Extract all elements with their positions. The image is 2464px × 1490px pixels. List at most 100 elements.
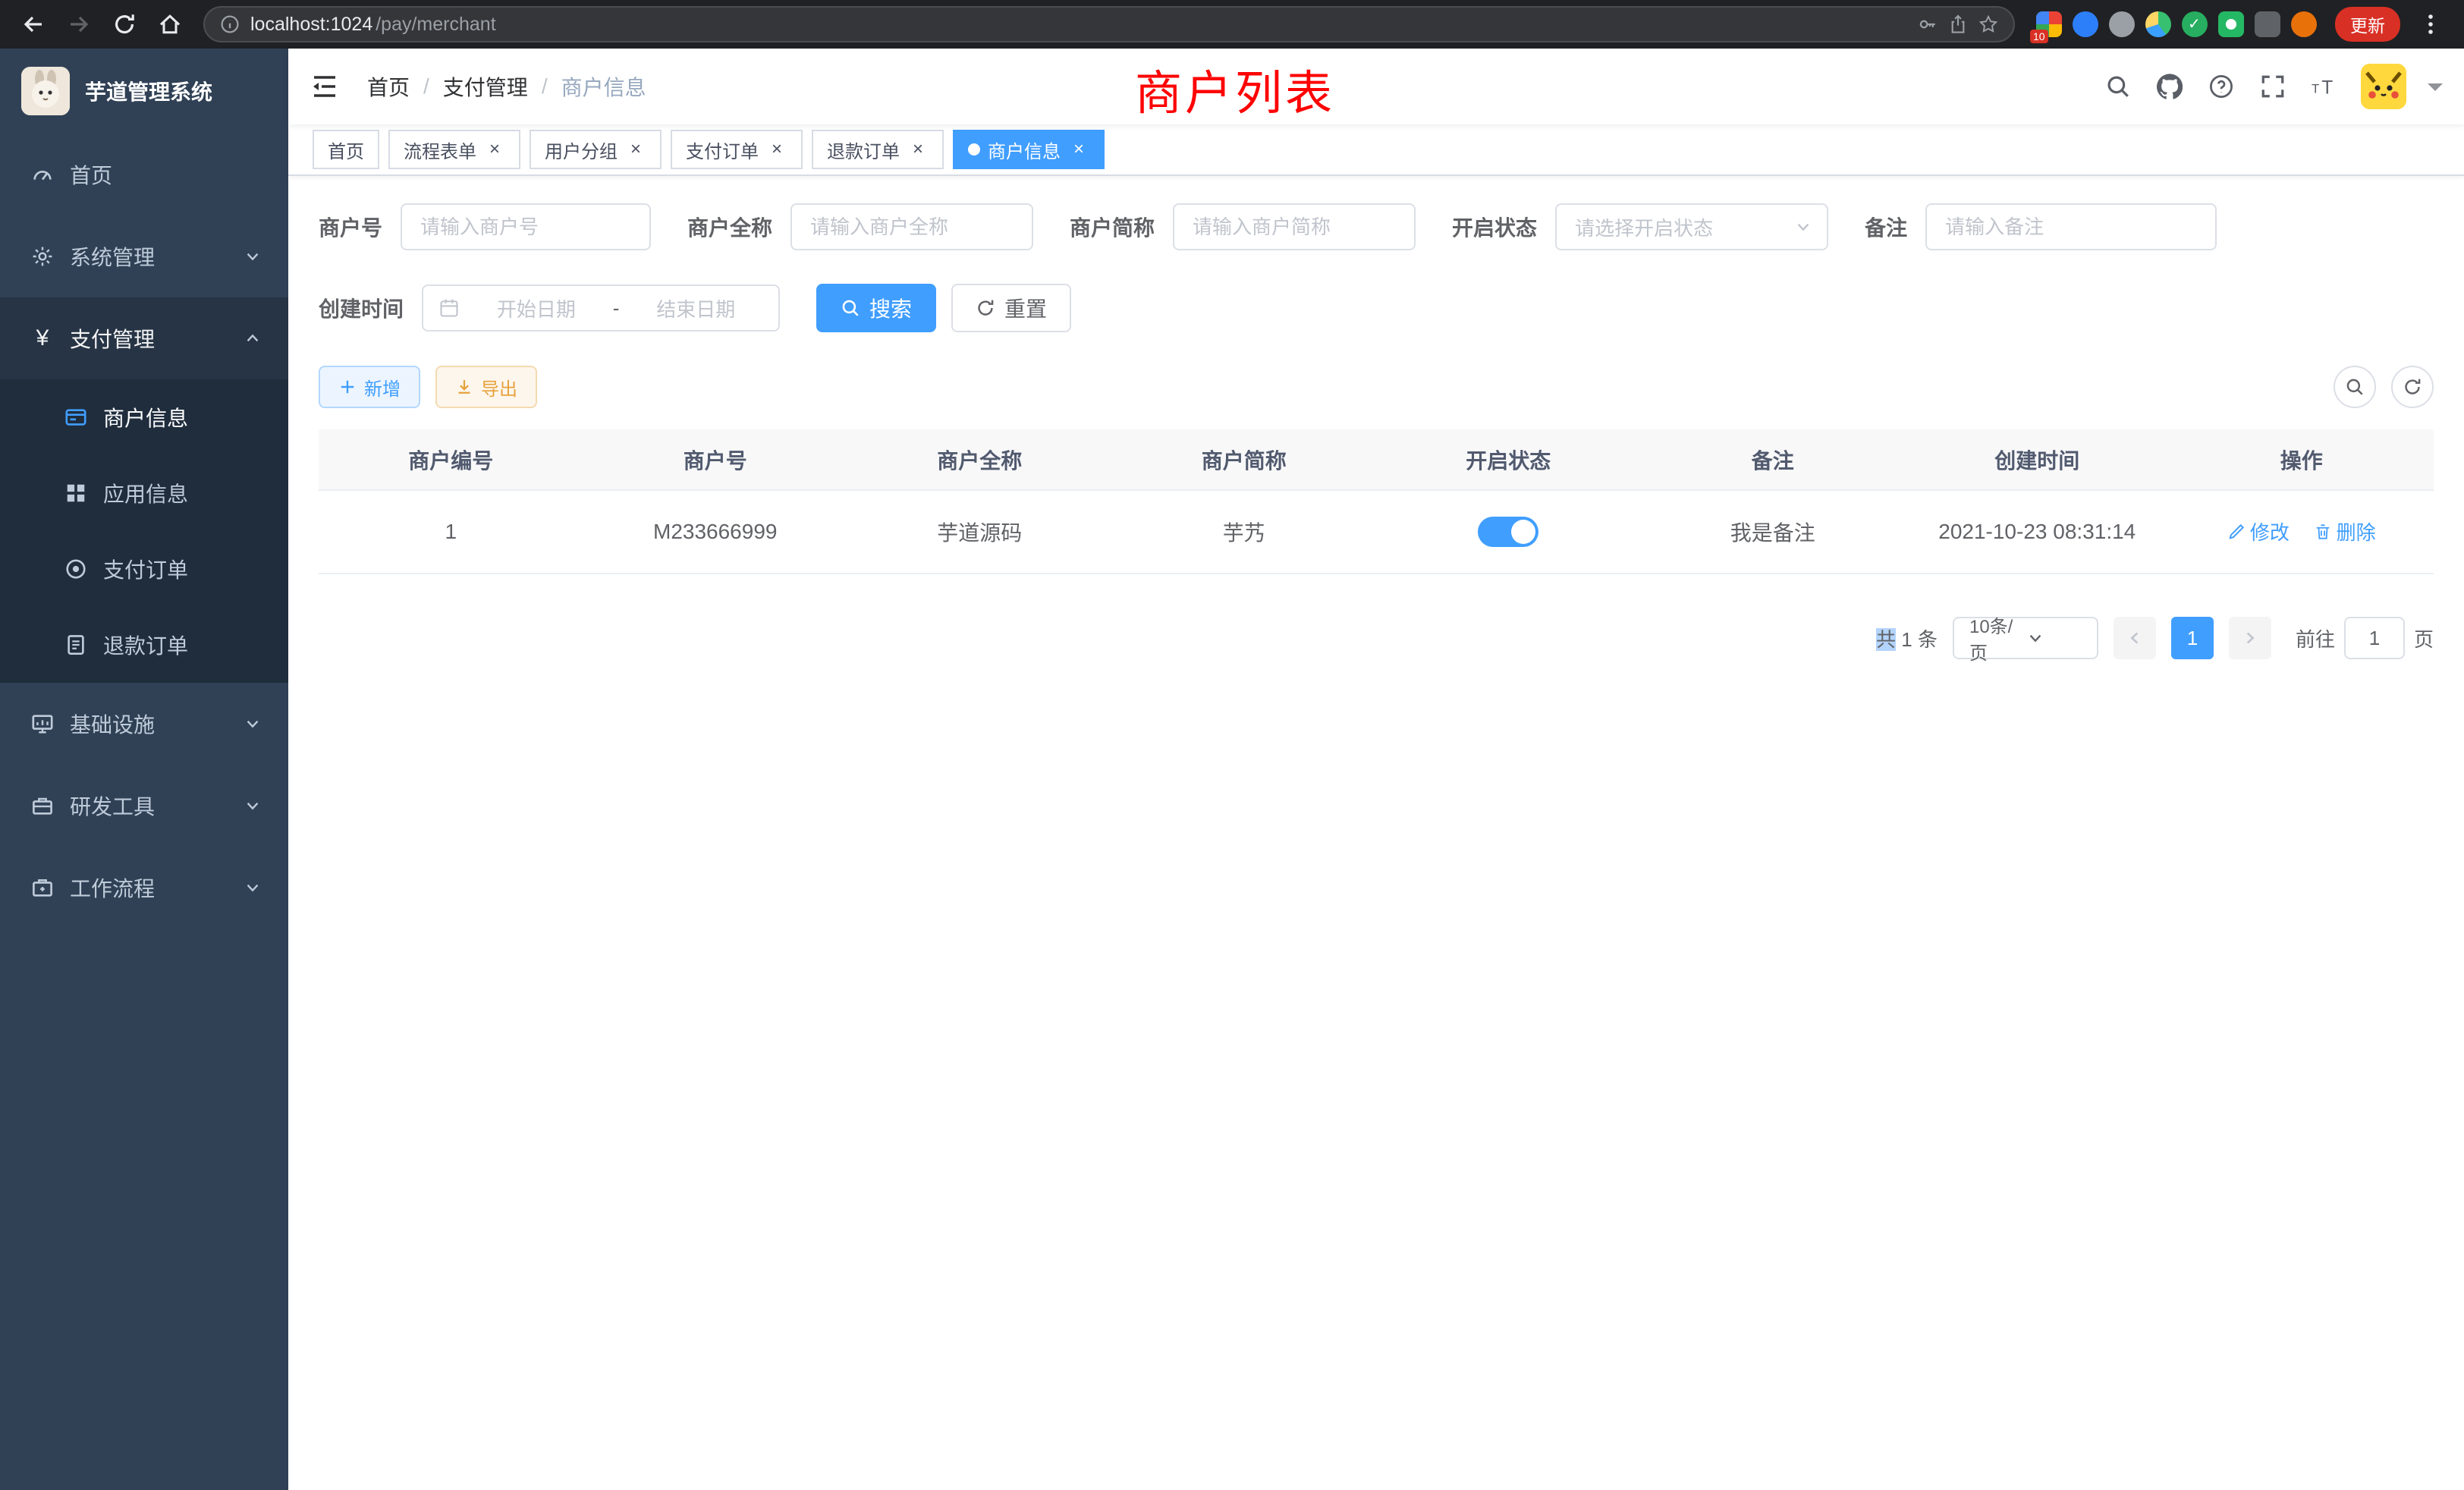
column-header: 商户简称 [1112, 429, 1377, 490]
breadcrumb-separator: / [542, 74, 548, 99]
sidebar-item-payment[interactable]: ¥ 支付管理 [0, 297, 288, 379]
filter-remark: 备注 [1865, 203, 2217, 250]
cell-merchant-id: 1 [319, 490, 583, 574]
remark-input[interactable] [1925, 203, 2217, 250]
date-start-placeholder[interactable]: 开始日期 [469, 294, 604, 322]
extension-icon-blue-drop[interactable] [2073, 11, 2098, 37]
pagination: 共 1 条 10条/页 1 [319, 617, 2434, 659]
sidebar-item-label: 基础设施 [70, 709, 155, 739]
goto-page-input[interactable] [2344, 617, 2405, 659]
cell-full-name: 芋道源码 [847, 490, 1112, 574]
short-name-input[interactable] [1173, 203, 1416, 250]
fullscreen-icon[interactable] [2258, 71, 2288, 102]
sidebar-item-merchant-info[interactable]: 商户信息 [0, 379, 288, 455]
page-size-select[interactable]: 10条/页 [1953, 617, 2098, 659]
search-button[interactable]: 搜索 [816, 284, 936, 332]
page-size-value: 10条/页 [1969, 611, 2027, 665]
browser-update-button[interactable]: 更新 [2335, 7, 2400, 42]
sidebar-item-refund-order[interactable]: 退款订单 [0, 607, 288, 683]
sidebar-item-label: 支付管理 [70, 323, 155, 354]
extension-icon-colorful[interactable] [2145, 11, 2171, 37]
extension-icon-pinwheel[interactable]: 10 [2036, 11, 2062, 37]
tab-home[interactable]: 首页 [313, 130, 379, 169]
chevron-down-icon [1795, 218, 1812, 235]
close-icon[interactable]: × [1068, 139, 1089, 160]
close-icon[interactable]: × [484, 139, 505, 160]
status-toggle[interactable] [1478, 517, 1538, 547]
tab-refund-order[interactable]: 退款订单 × [812, 130, 944, 169]
close-icon[interactable]: × [625, 139, 646, 160]
sidebar-item-system[interactable]: 系统管理 [0, 215, 288, 297]
extension-icon-green-check[interactable] [2182, 11, 2208, 37]
merchant-table: 商户编号 商户号 商户全称 商户简称 开启状态 备注 创建时间 操作 1 [319, 429, 2434, 574]
sidebar-item-app-info[interactable]: 应用信息 [0, 455, 288, 531]
sidebar-item-infrastructure[interactable]: 基础设施 [0, 683, 288, 765]
github-icon[interactable] [2154, 71, 2185, 102]
export-button[interactable]: 导出 [435, 366, 537, 408]
refresh-icon[interactable] [2391, 366, 2434, 408]
bookmark-star-icon[interactable] [1978, 14, 1998, 34]
site-info-icon[interactable] [220, 14, 240, 34]
sidebar-logo-row[interactable]: 芋道管理系统 [0, 49, 288, 134]
password-key-icon[interactable] [1918, 14, 1938, 34]
address-bar[interactable]: localhost:1024 /pay/merchant [203, 6, 2015, 42]
tab-user-group[interactable]: 用户分组 × [530, 130, 662, 169]
sidebar-item-label: 退款订单 [103, 630, 188, 660]
merchant-no-input[interactable] [401, 203, 651, 250]
grid-icon [64, 481, 88, 505]
share-icon[interactable] [1948, 14, 1968, 34]
font-size-icon[interactable]: TT [2309, 71, 2340, 102]
close-icon[interactable]: × [907, 139, 929, 160]
reset-button[interactable]: 重置 [951, 284, 1071, 332]
cell-create-time: 2021-10-23 08:31:14 [1905, 490, 2170, 574]
tab-label: 支付订单 [686, 137, 759, 163]
top-navbar: 首页 / 支付管理 / 商户信息 [288, 49, 2464, 124]
tab-pay-order[interactable]: 支付订单 × [671, 130, 803, 169]
edit-button-label: 修改 [2250, 517, 2290, 545]
page-number-button[interactable]: 1 [2171, 617, 2214, 659]
add-button[interactable]: 新增 [319, 366, 420, 408]
calendar-icon [438, 297, 460, 319]
sidebar-item-pay-order[interactable]: 支付订单 [0, 531, 288, 607]
home-icon[interactable] [149, 3, 191, 46]
extension-icon-green-book[interactable] [2218, 11, 2244, 37]
reload-icon[interactable] [103, 3, 146, 46]
help-icon[interactable] [2206, 71, 2236, 102]
browser-toolbar: localhost:1024 /pay/merchant 10 更新 [0, 0, 2464, 49]
filter-label: 备注 [1865, 212, 1907, 242]
breadcrumb-payment[interactable]: 支付管理 [443, 71, 528, 102]
extension-icon-gray-ball[interactable] [2109, 11, 2135, 37]
extension-icon-orange-avatar[interactable] [2291, 11, 2317, 37]
table-row: 1 M233666999 芋道源码 芋艿 我是备注 2021-10-23 08:… [319, 490, 2434, 574]
extension-icon-puzzle[interactable] [2255, 11, 2280, 37]
sidebar-item-home[interactable]: 首页 [0, 134, 288, 215]
breadcrumb-home[interactable]: 首页 [367, 71, 410, 102]
search-icon[interactable] [2103, 71, 2133, 102]
edit-button[interactable]: 修改 [2227, 517, 2290, 545]
close-icon[interactable]: × [766, 139, 787, 160]
sidebar-toggle-icon[interactable] [310, 70, 343, 103]
filter-create-time: 创建时间 开始日期 - 结束日期 [319, 284, 780, 332]
delete-button[interactable]: 删除 [2314, 517, 2376, 545]
caret-down-icon[interactable] [2428, 83, 2443, 99]
full-name-input[interactable] [790, 203, 1033, 250]
prev-page-button[interactable] [2114, 617, 2156, 659]
filter-label: 商户全称 [687, 212, 772, 242]
tab-merchant-info[interactable]: 商户信息 × [953, 130, 1105, 169]
status-select[interactable]: 请选择开启状态 [1555, 203, 1828, 250]
date-range-picker[interactable]: 开始日期 - 结束日期 [422, 284, 780, 332]
browser-menu-icon[interactable] [2409, 3, 2452, 46]
tab-process-form[interactable]: 流程表单 × [388, 130, 520, 169]
forward-icon[interactable] [58, 3, 100, 46]
sidebar-item-dev-tools[interactable]: 研发工具 [0, 765, 288, 847]
back-icon[interactable] [12, 3, 55, 46]
show-search-toggle-icon[interactable] [2334, 366, 2376, 408]
sidebar-item-workflow[interactable]: 工作流程 [0, 847, 288, 929]
column-header: 商户编号 [319, 429, 583, 490]
user-avatar[interactable] [2361, 64, 2406, 109]
date-end-placeholder[interactable]: 结束日期 [628, 294, 763, 322]
cell-short-name: 芋艿 [1112, 490, 1377, 574]
table-header-row: 商户编号 商户号 商户全称 商户简称 开启状态 备注 创建时间 操作 [319, 429, 2434, 490]
sidebar-item-label: 研发工具 [70, 791, 155, 821]
next-page-button[interactable] [2229, 617, 2271, 659]
